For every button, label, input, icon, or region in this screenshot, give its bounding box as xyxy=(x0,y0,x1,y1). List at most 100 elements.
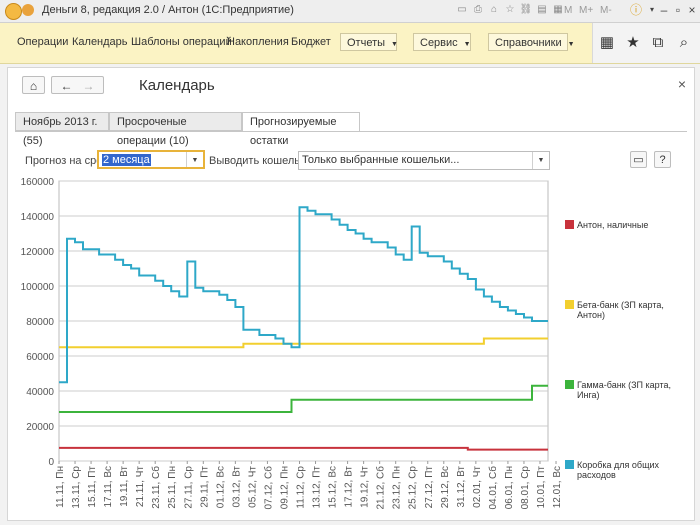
chevron-down-icon[interactable]: ▼ xyxy=(532,152,549,169)
chevron-down-icon[interactable]: ▼ xyxy=(186,152,203,167)
chevron-down-icon: ▼ xyxy=(567,41,575,48)
y-tick-label: 20000 xyxy=(26,422,54,433)
close-icon[interactable]: × xyxy=(678,76,686,92)
section-budget[interactable]: Бюджет xyxy=(291,36,331,48)
x-tick-label: 17.12, Вт xyxy=(344,466,355,508)
y-tick-label: 120000 xyxy=(21,247,55,258)
comment-icon: ▭ xyxy=(633,154,644,166)
y-tick-label: 40000 xyxy=(26,387,54,398)
references-dropdown[interactable]: Справочники ▼ xyxy=(488,33,575,51)
x-tick-label: 09.12, Пн xyxy=(279,466,290,509)
copy-icon[interactable]: ▭ xyxy=(455,3,469,17)
x-tick-label: 19.12, Чт xyxy=(360,466,371,508)
forecast-period-select[interactable]: 2 месяца ▼ xyxy=(97,150,205,169)
chevron-down-icon: ▼ xyxy=(391,41,398,48)
tab-overdue[interactable]: Просроченые операции (10) xyxy=(109,112,242,147)
x-tick-label: 10.01, Пт xyxy=(536,466,547,509)
x-tick-label: 21.12, Сб xyxy=(375,466,387,510)
x-tick-label: 11.11, Пн xyxy=(55,466,66,508)
legend-label: Бета-банк (ЗП карта, Антон) xyxy=(577,300,664,320)
tab-forecast[interactable]: Прогнозируемые остатки xyxy=(242,112,360,147)
history-icon[interactable]: ⧉ xyxy=(648,33,668,53)
info-icon[interactable]: ⓘ xyxy=(628,2,644,18)
section-calendar[interactable]: Календарь xyxy=(72,36,128,48)
reports-dropdown[interactable]: Отчеты ▼ xyxy=(340,33,398,51)
x-tick-label: 29.11, Пт xyxy=(199,466,210,508)
y-tick-label: 160000 xyxy=(21,177,55,188)
memory-minus-button[interactable]: M- xyxy=(600,5,612,16)
calendar-form: ⌂ ← → Календарь × Ноябрь 2013 г.(55) Про… xyxy=(7,67,695,521)
tab-november[interactable]: Ноябрь 2013 г.(55) xyxy=(15,112,109,147)
wallets-select[interactable]: Только выбранные кошельки... ▼ xyxy=(298,151,550,170)
back-forward-buttons[interactable]: ← → xyxy=(51,76,104,94)
search-icon[interactable]: ⌕ xyxy=(674,33,694,53)
star-icon[interactable]: ★ xyxy=(623,33,643,53)
legend-swatch xyxy=(565,300,574,309)
main-menu-icon[interactable] xyxy=(22,4,34,16)
x-tick-label: 04.01, Сб xyxy=(487,466,499,510)
service-dropdown[interactable]: Сервис ▼ xyxy=(413,33,471,51)
page-title: Календарь xyxy=(139,77,215,94)
window-title: Деньги 8, редакция 2.0 / Антон (1С:Предп… xyxy=(42,4,294,16)
section-operations[interactable]: Операции xyxy=(17,36,68,48)
x-tick-label: 08.01, Ср xyxy=(520,466,531,510)
home-button[interactable]: ⌂ xyxy=(22,76,45,94)
chevron-down-icon: ▼ xyxy=(463,41,471,48)
x-tick-label: 25.11, Пн xyxy=(167,466,178,509)
favorite-icon[interactable]: ☆ xyxy=(503,3,517,17)
x-tick-label: 31.12, Вт xyxy=(456,466,467,508)
grid-icon[interactable]: ▦ xyxy=(597,33,617,53)
legend-label: Антон, наличные xyxy=(577,220,648,230)
wallets-value: Только выбранные кошельки... xyxy=(302,154,460,166)
help-icon: ? xyxy=(659,154,666,166)
x-tick-label: 27.12, Пт xyxy=(424,466,435,509)
y-tick-label: 140000 xyxy=(21,212,55,223)
forecast-value: 2 месяца xyxy=(102,154,151,166)
forward-arrow-icon[interactable]: → xyxy=(83,79,95,93)
legend-swatch xyxy=(565,460,574,469)
back-arrow-icon[interactable]: ← xyxy=(60,79,72,93)
x-tick-label: 13.12, Пт xyxy=(312,466,323,509)
x-tick-label: 21.11, Чт xyxy=(135,466,146,508)
calculator-icon[interactable]: ▦ xyxy=(551,3,565,17)
x-tick-label: 01.12, Вс xyxy=(215,466,226,508)
section-savings[interactable]: Накопления xyxy=(227,36,289,48)
home-icon[interactable]: ⌂ xyxy=(487,3,501,17)
y-tick-label: 0 xyxy=(48,457,54,468)
legend-swatch xyxy=(565,220,574,229)
memory-button[interactable]: M xyxy=(564,5,572,16)
x-tick-label: 23.12, Пн xyxy=(392,466,403,509)
close-window-icon[interactable]: × xyxy=(684,2,700,18)
x-tick-label: 02.01, Чт xyxy=(472,466,483,508)
legend-swatch xyxy=(565,380,574,389)
y-tick-label: 100000 xyxy=(21,282,55,293)
reports-label: Отчеты xyxy=(347,37,386,49)
x-tick-label: 25.12, Ср xyxy=(408,466,419,510)
help-button[interactable]: ? xyxy=(654,151,671,168)
sections-panel: Операции Календарь Шаблоны операций Нако… xyxy=(0,23,700,64)
memory-plus-button[interactable]: M+ xyxy=(579,5,593,16)
link-icon[interactable]: ⛓ xyxy=(519,3,533,17)
print-icon[interactable]: ⎙ xyxy=(471,3,485,17)
x-tick-label: 29.12, Вс xyxy=(440,466,451,508)
tab-divider xyxy=(15,131,687,132)
y-tick-label: 80000 xyxy=(26,317,54,328)
title-bar: Деньги 8, редакция 2.0 / Антон (1С:Предп… xyxy=(0,0,700,23)
x-tick-label: 07.12, Сб xyxy=(262,466,274,510)
x-tick-label: 11.12, Ср xyxy=(295,466,306,509)
app-logo-icon xyxy=(5,3,22,20)
y-tick-label: 60000 xyxy=(26,352,54,363)
service-label: Сервис xyxy=(420,37,458,49)
x-tick-label: 13.11, Ср xyxy=(71,466,82,509)
legend-label: Коробка для общих расходов xyxy=(577,460,660,480)
x-tick-label: 17.11, Вс xyxy=(103,466,114,508)
x-tick-label: 23.11, Сб xyxy=(150,466,162,509)
x-tick-label: 06.01, Пн xyxy=(504,466,515,509)
x-tick-label: 03.12, Вт xyxy=(231,466,242,508)
comment-button[interactable]: ▭ xyxy=(630,151,647,168)
legend-label: Гамма-банк (ЗП карта, Инга) xyxy=(577,380,671,400)
section-templates[interactable]: Шаблоны операций xyxy=(131,36,232,48)
x-tick-label: 05.12, Чт xyxy=(247,466,258,508)
x-tick-label: 12.01, Вс xyxy=(552,466,563,508)
document-icon[interactable]: ▤ xyxy=(535,3,549,17)
